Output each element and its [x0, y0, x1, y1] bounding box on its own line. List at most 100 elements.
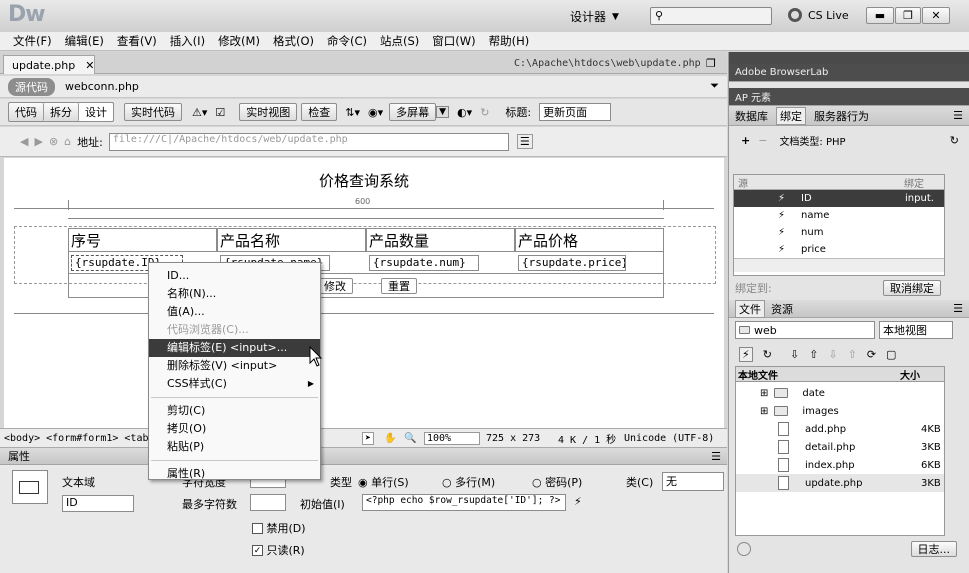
view-select[interactable]: 本地视图: [879, 321, 953, 339]
reset-button[interactable]: 重置: [381, 277, 417, 294]
page-options-icon[interactable]: ☰: [516, 134, 533, 149]
menu-item-paste[interactable]: 粘贴(P): [149, 438, 320, 456]
binding-row[interactable]: ⚡ name: [734, 207, 944, 224]
source-code-badge[interactable]: 源代码: [8, 77, 55, 96]
home-icon[interactable]: ⌂: [64, 135, 71, 148]
log-button[interactable]: 日志...: [910, 541, 957, 557]
modify-button[interactable]: 修改: [317, 277, 353, 294]
menu-item-edit-tag[interactable]: 编辑标签(E) <input>...: [149, 339, 320, 357]
browser-compat-icon[interactable]: ⚠▾: [192, 106, 207, 119]
readonly-checkbox[interactable]: ✓ 只读(R): [252, 542, 305, 558]
code-view-button[interactable]: 代码: [9, 103, 44, 121]
address-input[interactable]: file:///C|/Apache/htdocs/web/update.php: [108, 132, 509, 151]
remove-binding-icon[interactable]: −: [758, 134, 767, 147]
add-binding-icon[interactable]: +: [741, 134, 750, 147]
tab-files[interactable]: 文件: [735, 299, 765, 318]
forward-icon[interactable]: ▶: [34, 135, 42, 148]
binding-row[interactable]: ⚡ num: [734, 224, 944, 241]
site-select[interactable]: web: [735, 321, 875, 339]
file-management-icon[interactable]: ⇅▾: [345, 106, 360, 119]
file-row[interactable]: ⊞ date: [736, 384, 944, 402]
menu-item-delete-tag[interactable]: 删除标签(V) <input>: [149, 357, 320, 375]
binding-row[interactable]: ⚡ ID input.: [734, 190, 944, 207]
menu-item-cut[interactable]: 剪切(C): [149, 402, 320, 420]
menu-item-code-browser[interactable]: 代码浏览器(C)...: [149, 321, 320, 339]
check-out-icon[interactable]: ⇩: [828, 348, 837, 361]
filter-icon[interactable]: ⏷: [710, 79, 719, 93]
menu-item-copy[interactable]: 拷贝(O): [149, 420, 320, 438]
binding-row[interactable]: ⚡ price: [734, 241, 944, 258]
file-row[interactable]: ⊞ images: [736, 402, 944, 420]
radio-password[interactable]: ○ 密码(P): [532, 474, 582, 490]
design-view-button[interactable]: 设计: [79, 103, 113, 121]
window-size[interactable]: 725 x 273: [486, 433, 540, 444]
validate-icon[interactable]: ☑: [215, 106, 225, 119]
minimize-button[interactable]: ▬: [866, 7, 894, 24]
menu-item-id[interactable]: ID...: [149, 267, 320, 285]
menu-item-attributes[interactable]: 属性(R): [149, 465, 320, 483]
panel-collapse-bar[interactable]: [729, 52, 969, 64]
radio-single[interactable]: ◉ 单行(S): [358, 474, 409, 490]
close-tab-icon[interactable]: ✕: [85, 59, 94, 72]
file-row[interactable]: detail.php 3KB: [736, 438, 944, 456]
menu-site[interactable]: 站点(S): [380, 33, 419, 49]
expand-icon[interactable]: ▢: [886, 348, 896, 361]
num-field[interactable]: {rsupdate.num}: [369, 254, 479, 271]
panel-menu-icon[interactable]: ☰: [953, 302, 963, 315]
file-row[interactable]: add.php 4KB: [736, 420, 944, 438]
stop-icon[interactable]: ⊗: [49, 135, 58, 148]
title-input[interactable]: 更新页面: [539, 103, 612, 121]
visual-aids-icon[interactable]: ◐▾: [457, 106, 472, 119]
price-field[interactable]: {rsupdate.price}: [518, 254, 626, 271]
menu-format[interactable]: 格式(O): [273, 33, 314, 49]
multiscreen-button[interactable]: 多屏幕: [389, 103, 437, 121]
restore-button[interactable]: ❐: [895, 7, 921, 24]
zoom-select[interactable]: 100%: [424, 431, 480, 445]
menu-window[interactable]: 窗口(W): [432, 33, 475, 49]
cs-live-button[interactable]: CS Live: [788, 8, 849, 22]
ap-panel-header[interactable]: AP 元素: [729, 88, 969, 106]
connect-icon[interactable]: ⚡: [739, 346, 753, 362]
select-tool-icon[interactable]: ➤: [362, 431, 375, 445]
class-select[interactable]: 无: [662, 472, 724, 491]
panel-menu-icon[interactable]: ☰: [711, 450, 721, 463]
preview-browser-icon[interactable]: ◉▾: [368, 106, 383, 119]
dynamic-lightning-icon[interactable]: ⚡: [574, 495, 582, 508]
tag-selector[interactable]: <body> <form#form1> <tabl: [4, 433, 155, 444]
file-row[interactable]: index.php 6KB: [736, 456, 944, 474]
menu-view[interactable]: 查看(V): [117, 33, 157, 49]
multiscreen-dropdown-icon[interactable]: ▼: [436, 106, 450, 118]
browserlab-panel-header[interactable]: Adobe BrowserLab: [729, 64, 969, 82]
tab-update-php[interactable]: update.php ✕: [3, 55, 95, 74]
tab-server-behaviors[interactable]: 服务器行为: [814, 108, 869, 124]
sync-icon[interactable]: ⟳: [867, 348, 876, 361]
menu-modify[interactable]: 修改(M): [218, 33, 260, 49]
refresh-icon[interactable]: ↻: [480, 106, 489, 119]
panel-menu-icon[interactable]: ☰: [953, 109, 963, 122]
tab-bindings[interactable]: 绑定: [776, 106, 806, 125]
refresh-icon[interactable]: ↻: [950, 134, 959, 147]
menu-item-value[interactable]: 值(A)...: [149, 303, 320, 321]
unbind-button[interactable]: 取消绑定: [883, 280, 941, 296]
menu-insert[interactable]: 插入(I): [170, 33, 205, 49]
put-files-icon[interactable]: ⇧: [809, 348, 818, 361]
tab-database[interactable]: 数据库: [735, 108, 768, 124]
tab-assets[interactable]: 资源: [771, 301, 793, 317]
menu-item-name[interactable]: 名称(N)...: [149, 285, 320, 303]
disabled-checkbox[interactable]: 禁用(D): [252, 520, 306, 536]
properties-header[interactable]: 属性 ☰: [0, 448, 727, 465]
menu-edit[interactable]: 编辑(E): [65, 33, 104, 49]
check-in-icon[interactable]: ⇧: [848, 348, 857, 361]
init-value-input[interactable]: <?php echo $row_rsupdate['ID']; ?>: [362, 494, 566, 511]
hand-tool-icon[interactable]: ✋: [384, 433, 396, 444]
menu-help[interactable]: 帮助(H): [489, 33, 530, 49]
inspect-button[interactable]: 检查: [301, 103, 338, 121]
get-files-icon[interactable]: ⇩: [790, 348, 799, 361]
close-button[interactable]: ✕: [922, 7, 950, 24]
workspace-switcher[interactable]: 设计器 ▼: [570, 8, 619, 25]
file-row[interactable]: update.php 3KB: [736, 474, 944, 492]
horizontal-scrollbar[interactable]: [734, 258, 944, 272]
menu-commands[interactable]: 命令(C): [327, 33, 367, 49]
live-code-button[interactable]: 实时代码: [124, 103, 182, 121]
radio-multi[interactable]: ○ 多行(M): [442, 474, 495, 490]
